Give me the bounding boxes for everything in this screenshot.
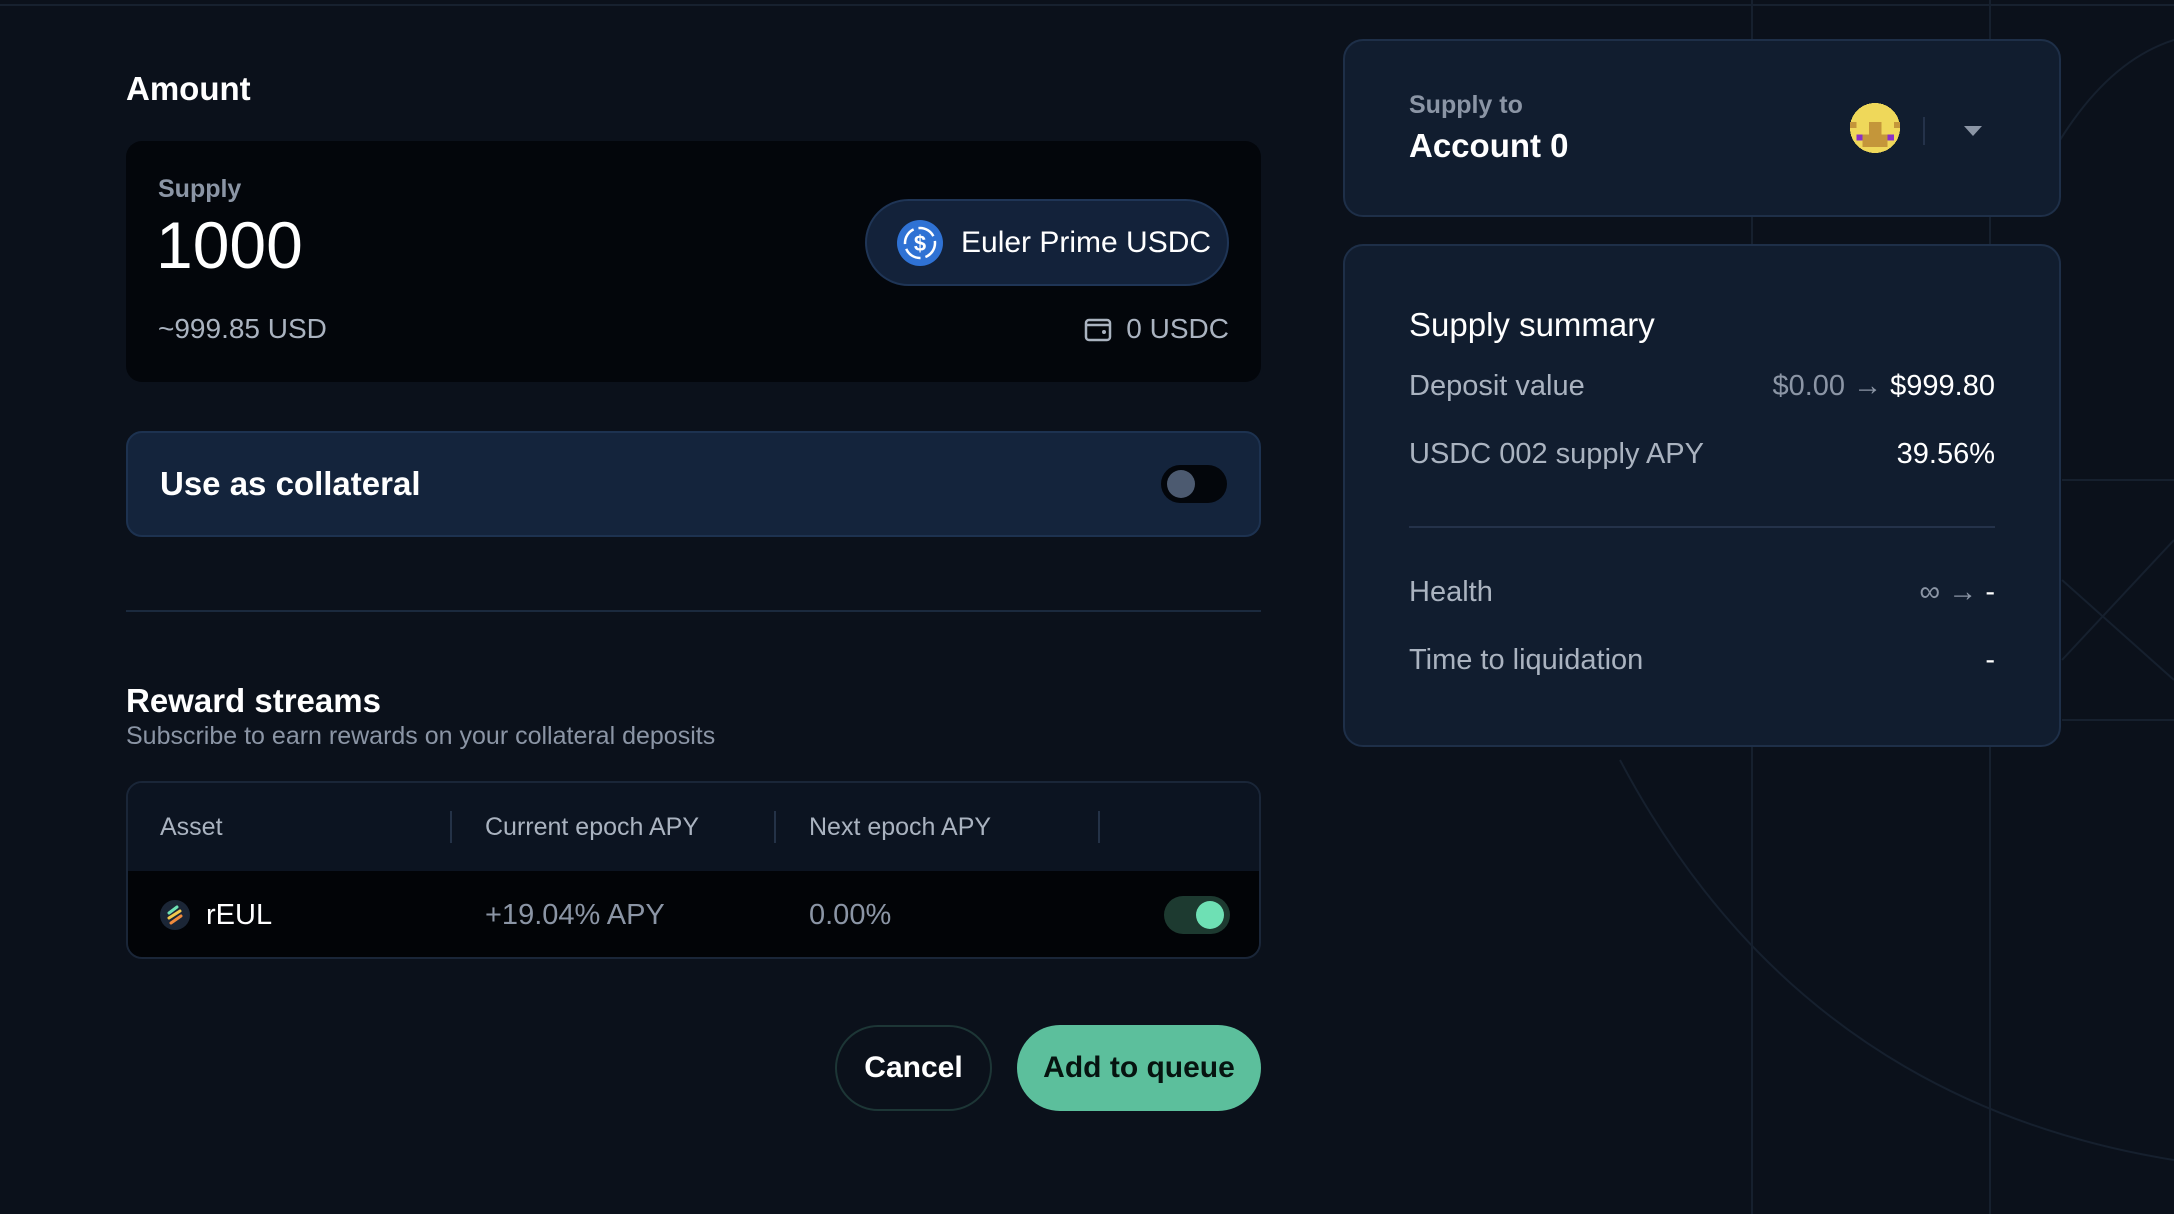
arrow-right-icon: → bbox=[1948, 576, 1978, 608]
section-divider bbox=[126, 610, 1261, 612]
reward-streams-title: Reward streams bbox=[126, 682, 381, 719]
amount-input[interactable] bbox=[156, 207, 656, 283]
time-to-liquidation-label: Time to liquidation bbox=[1409, 644, 1644, 676]
wallet-balance: 0 USDC bbox=[1084, 313, 1229, 345]
reward-streams-subtitle: Subscribe to earn rewards on your collat… bbox=[126, 722, 716, 750]
next-apy: 0.00% bbox=[809, 898, 892, 931]
table-header: Asset Current epoch APY Next epoch APY bbox=[128, 783, 1259, 871]
collateral-row: Use as collateral bbox=[126, 431, 1261, 537]
time-to-liquidation-value: - bbox=[1985, 644, 1995, 676]
usd-value: ~999.85 USD bbox=[158, 313, 327, 344]
supply-to-selector[interactable]: Supply to Account 0 bbox=[1343, 39, 2061, 217]
supply-label: Supply bbox=[158, 175, 242, 203]
column-current-apy: Current epoch APY bbox=[485, 812, 700, 841]
svg-text:$: $ bbox=[914, 231, 926, 256]
wallet-balance-text: 0 USDC bbox=[1126, 313, 1229, 344]
summary-divider bbox=[1409, 526, 1995, 528]
current-apy: +19.04% APY bbox=[485, 898, 665, 931]
deposit-value-label: Deposit value bbox=[1409, 370, 1585, 402]
top-divider bbox=[0, 4, 2174, 6]
reul-token-icon bbox=[160, 900, 190, 930]
reward-subscribe-toggle[interactable] bbox=[1164, 896, 1230, 934]
token-name: Euler Prime USDC bbox=[961, 225, 1212, 259]
deposit-from: $0.00 bbox=[1772, 370, 1846, 402]
deposit-value: $0.00 → $999.80 bbox=[1772, 370, 1995, 403]
amount-title: Amount bbox=[126, 70, 251, 107]
collateral-toggle[interactable] bbox=[1161, 465, 1227, 503]
account-avatar bbox=[1850, 103, 1900, 153]
token-selector-button[interactable]: $ Euler Prime USDC bbox=[865, 199, 1229, 286]
reward-streams-table: Asset Current epoch APY Next epoch APY r… bbox=[126, 781, 1261, 959]
selector-divider bbox=[1923, 117, 1925, 145]
usdc-icon: $ bbox=[897, 219, 943, 266]
arrow-right-icon: → bbox=[1853, 370, 1883, 402]
supply-to-label: Supply to bbox=[1409, 91, 1523, 119]
wallet-icon bbox=[1085, 318, 1112, 342]
chevron-down-icon[interactable] bbox=[1963, 125, 1983, 137]
add-to-queue-button[interactable]: Add to queue bbox=[1017, 1025, 1261, 1111]
supply-summary-card: Supply summary Deposit value $0.00 → $99… bbox=[1343, 244, 2061, 747]
health-to: - bbox=[1985, 576, 1995, 608]
collateral-label: Use as collateral bbox=[160, 465, 421, 502]
summary-title: Supply summary bbox=[1409, 306, 1655, 343]
health-from: ∞ bbox=[1919, 576, 1941, 608]
supply-apy-label: USDC 002 supply APY bbox=[1409, 438, 1704, 470]
account-name: Account 0 bbox=[1409, 127, 1569, 164]
cancel-button[interactable]: Cancel bbox=[835, 1025, 992, 1111]
column-next-apy: Next epoch APY bbox=[809, 812, 992, 841]
table-row: rEUL +19.04% APY 0.00% bbox=[128, 871, 1259, 957]
health-value: ∞ → - bbox=[1920, 576, 1995, 609]
deposit-to: $999.80 bbox=[1890, 370, 1995, 402]
asset-name: rEUL bbox=[206, 898, 273, 931]
column-asset: Asset bbox=[160, 812, 223, 841]
supply-apy-value: 39.56% bbox=[1896, 438, 1995, 470]
health-label: Health bbox=[1409, 576, 1493, 608]
